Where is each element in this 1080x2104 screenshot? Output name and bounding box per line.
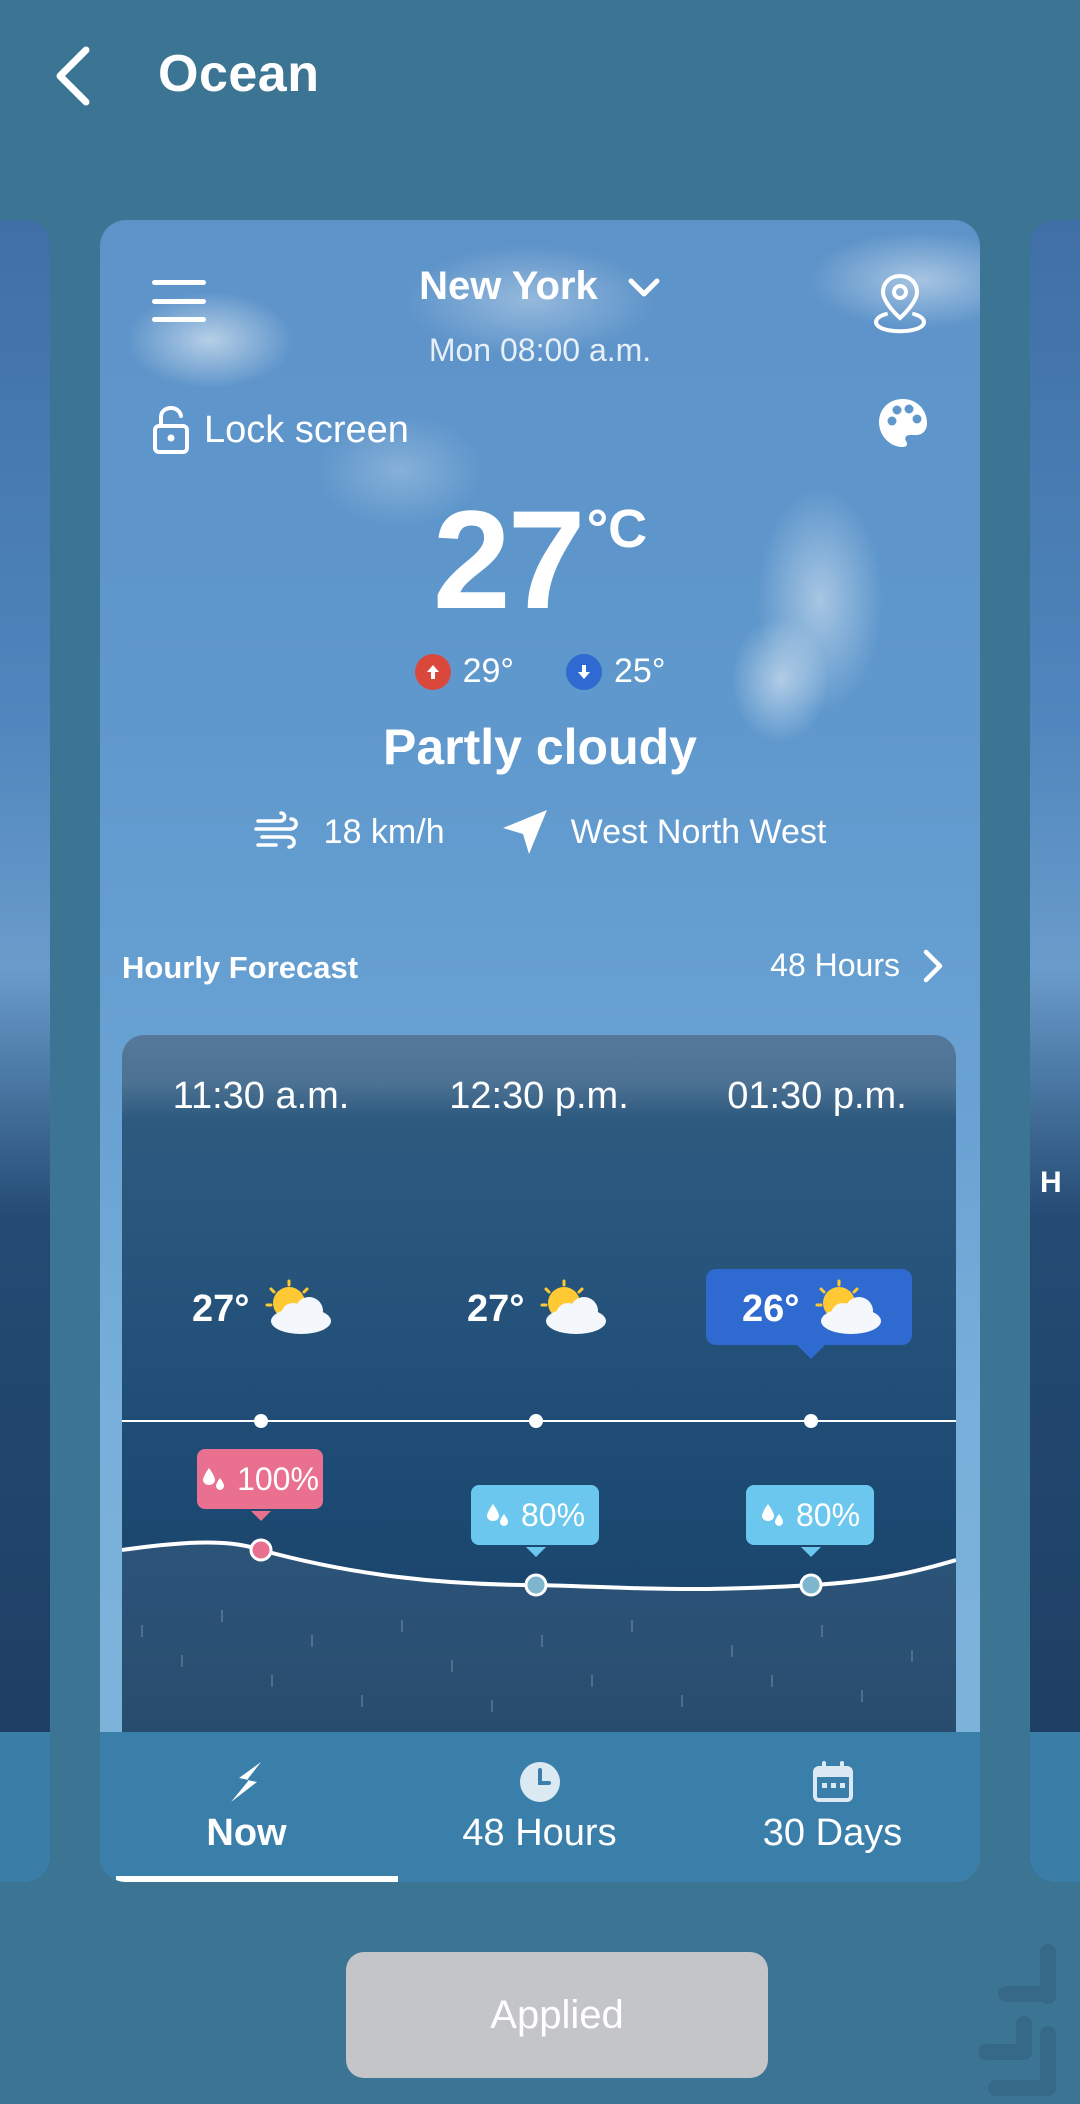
temperature-point [254,1414,268,1428]
palette-icon[interactable] [875,395,931,451]
temperature-point [529,1414,543,1428]
precipitation-point [524,1573,548,1597]
badge-pointer [526,1547,546,1557]
active-tab-indicator [116,1876,398,1882]
precipitation-point [249,1538,273,1562]
low-temp: 25° [614,652,666,690]
navigation-arrow-icon [502,810,547,854]
temperature-unit: °C [586,499,648,559]
weather-condition: Partly cloudy [383,719,697,775]
clock-icon [519,1762,560,1802]
precipitation-value: 80% [795,1496,861,1533]
chevron-down-icon [628,278,660,297]
date-time: Mon 08:00 a.m. [428,332,652,368]
app-watermark-logo [978,1944,1056,2096]
raindrop-icon [761,1504,783,1526]
precipitation-value: 100% [237,1460,319,1497]
page-title: Ocean [158,45,320,103]
current-temperature: 27°C [100,490,980,630]
precipitation-value: 80% [520,1496,586,1533]
nav-now[interactable]: Now [100,1732,393,1882]
city-name: New York [419,264,598,308]
high-temp: 29° [462,652,514,690]
raindrop-icon [486,1504,508,1526]
precipitation-badge: 80% [471,1485,599,1545]
calendar-icon [812,1761,853,1802]
bottom-navigation: Now 48 Hours 30 Days [100,1732,980,1882]
current-weather: New York Mon 08:00 a.m. Lock screen 27°C… [100,220,980,1050]
temperature-value: 27 [432,481,586,638]
wind-icon [253,811,298,849]
nav-48-hours[interactable]: 48 Hours [393,1732,686,1882]
arrow-up-icon [414,653,451,690]
precipitation-badge: 100% [197,1449,323,1509]
nav-now-label: Now [206,1812,287,1854]
hourly-forecast-panel: 11:30 a.m. 12:30 p.m. 01:30 p.m. 27° 27° [122,1035,956,1735]
chevron-right-icon [923,949,943,982]
nav-48-hours-label: 48 Hours [462,1812,617,1854]
wind-info: 18 km/h West North West [100,808,980,856]
back-button[interactable] [52,36,112,116]
precipitation-point [799,1573,823,1597]
hourly-more-label: 48 Hours [770,947,900,983]
hourly-forecast-title: Hourly Forecast [122,950,359,985]
lock-screen-toggle[interactable]: Lock screen [152,406,409,454]
nav-30-days[interactable]: 30 Days [686,1732,979,1882]
location-pin-icon[interactable] [870,270,930,336]
high-low-temps: 29° 25° [100,652,980,691]
wind-speed: 18 km/h [323,812,445,851]
temperature-point [804,1414,818,1428]
preview-footer [1030,1732,1080,1882]
hourly-more-link[interactable]: 48 Hours [770,947,944,984]
precipitation-badge: 80% [746,1485,874,1545]
badge-pointer [251,1511,271,1521]
unlock-icon [153,406,189,454]
arrow-down-icon [566,653,602,690]
theme-preview-card: New York Mon 08:00 a.m. Lock screen 27°C… [100,220,980,1882]
nav-30-days-label: 30 Days [762,1812,903,1854]
next-theme-preview[interactable]: H [1030,220,1080,1882]
city-selector[interactable]: New York [100,264,980,309]
lightning-icon [230,1762,261,1802]
chart-points [249,1414,823,1597]
previous-theme-preview[interactable] [0,220,50,1882]
badge-pointer [801,1547,821,1557]
top-bar: Ocean [0,0,1080,150]
preview-footer [0,1732,50,1882]
raindrop-icon [203,1468,225,1490]
lock-screen-label: Lock screen [204,408,409,451]
preview-hourly-label: H [1040,1166,1062,1199]
chevron-left-icon [56,46,90,106]
wind-direction: West North West [570,812,827,851]
applied-button[interactable]: Applied [346,1952,768,2078]
